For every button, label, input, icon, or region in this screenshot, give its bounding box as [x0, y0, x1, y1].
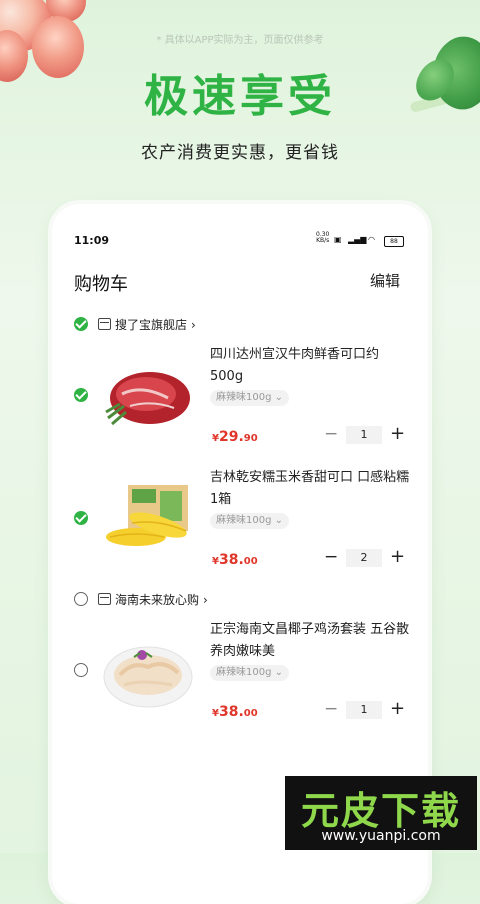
decrease-button[interactable]: − [324, 549, 338, 566]
shop-checkbox[interactable] [74, 317, 88, 331]
price-currency: ¥ [212, 708, 219, 719]
coconut-chicken-product-image[interactable] [102, 631, 194, 713]
status-bar: 11:09 0.30 KB/s ▣ ▂▄▆ ◠ 88 [52, 232, 428, 250]
page-title: 购物车 [74, 274, 128, 295]
store-icon [98, 593, 111, 605]
price-integer: 29. [218, 429, 244, 445]
price-integer: 38. [218, 704, 244, 720]
edit-button[interactable]: 编辑 [370, 270, 400, 291]
watermark-brand: 元皮下载 [300, 789, 461, 833]
quantity-input[interactable]: 1 [346, 701, 382, 719]
chevron-right-icon: › [203, 593, 208, 607]
shop-header[interactable]: 搜了宝旗舰店 › [98, 316, 196, 333]
increase-button[interactable]: + [390, 700, 405, 718]
quantity-input[interactable]: 1 [346, 426, 382, 444]
shop-name: 海南未来放心购 [115, 593, 200, 607]
wifi-icon: ◠ [368, 235, 375, 244]
chevron-down-icon: ⌄ [274, 515, 284, 526]
spec-label: 麻辣味100g [216, 667, 272, 678]
hd-icon: ▣ [334, 235, 342, 244]
decrease-button[interactable]: − [324, 701, 338, 718]
spec-selector[interactable]: 麻辣味100g ⌄ [210, 390, 290, 406]
decrease-button[interactable]: − [324, 426, 338, 443]
quantity-input[interactable]: 2 [346, 549, 382, 567]
disclaimer-note: * 具体以APP实际为主，页面仅供参考 [156, 35, 324, 46]
promo-subtitle: 农产消费更实惠，更省钱 [141, 143, 339, 163]
phone-side-button [428, 500, 431, 544]
product-name[interactable]: 正宗海南文昌椰子鸡汤套装 五谷散养肉嫩味美 [210, 619, 410, 663]
phone-side-button [428, 362, 431, 420]
watermark: 元皮下载 www.yuanpi.com [285, 776, 477, 850]
signal-icon: ▂▄▆ [348, 235, 367, 244]
shop-checkbox[interactable] [74, 592, 88, 606]
spec-label: 麻辣味100g [216, 392, 272, 403]
shop-name: 搜了宝旗舰店 [115, 318, 188, 332]
beef-product-image[interactable] [102, 354, 194, 436]
chevron-right-icon: › [191, 318, 196, 332]
price-integer: 38. [218, 552, 244, 568]
increase-button[interactable]: + [390, 425, 405, 443]
shop-header[interactable]: 海南未来放心购 › [98, 591, 208, 608]
chevron-down-icon: ⌄ [274, 392, 284, 403]
battery-icon: 88 [384, 236, 404, 247]
price-decimal: 00 [243, 708, 258, 719]
watermark-url: www.yuanpi.com [321, 828, 441, 844]
network-speed-unit: KB/s [316, 237, 330, 244]
corn-product-image[interactable] [102, 479, 194, 561]
chevron-down-icon: ⌄ [274, 667, 284, 678]
product-price: ¥29.90 [212, 426, 258, 445]
increase-button[interactable]: + [390, 548, 405, 566]
spec-selector[interactable]: 麻辣味100g ⌄ [210, 513, 290, 529]
product-name[interactable]: 四川达州宣汉牛肉鲜香可口约500g [210, 344, 410, 388]
status-time: 11:09 [74, 234, 110, 247]
product-name[interactable]: 吉林乾安糯玉米香甜可口 口感粘糯1箱 [210, 467, 410, 511]
store-icon [98, 318, 111, 330]
price-decimal: 00 [243, 556, 258, 567]
product-price: ¥38.00 [212, 701, 258, 720]
item-checkbox[interactable] [74, 663, 88, 677]
network-speed: 0.30 KB/s [316, 232, 329, 244]
price-currency: ¥ [212, 433, 219, 444]
item-checkbox[interactable] [74, 388, 88, 402]
price-currency: ¥ [212, 556, 219, 567]
price-decimal: 90 [243, 433, 258, 444]
item-checkbox[interactable] [74, 511, 88, 525]
spec-selector[interactable]: 麻辣味100g ⌄ [210, 665, 290, 681]
spec-label: 麻辣味100g [216, 515, 272, 526]
promo-title: 极速享受 [144, 71, 336, 122]
product-price: ¥38.00 [212, 549, 258, 568]
